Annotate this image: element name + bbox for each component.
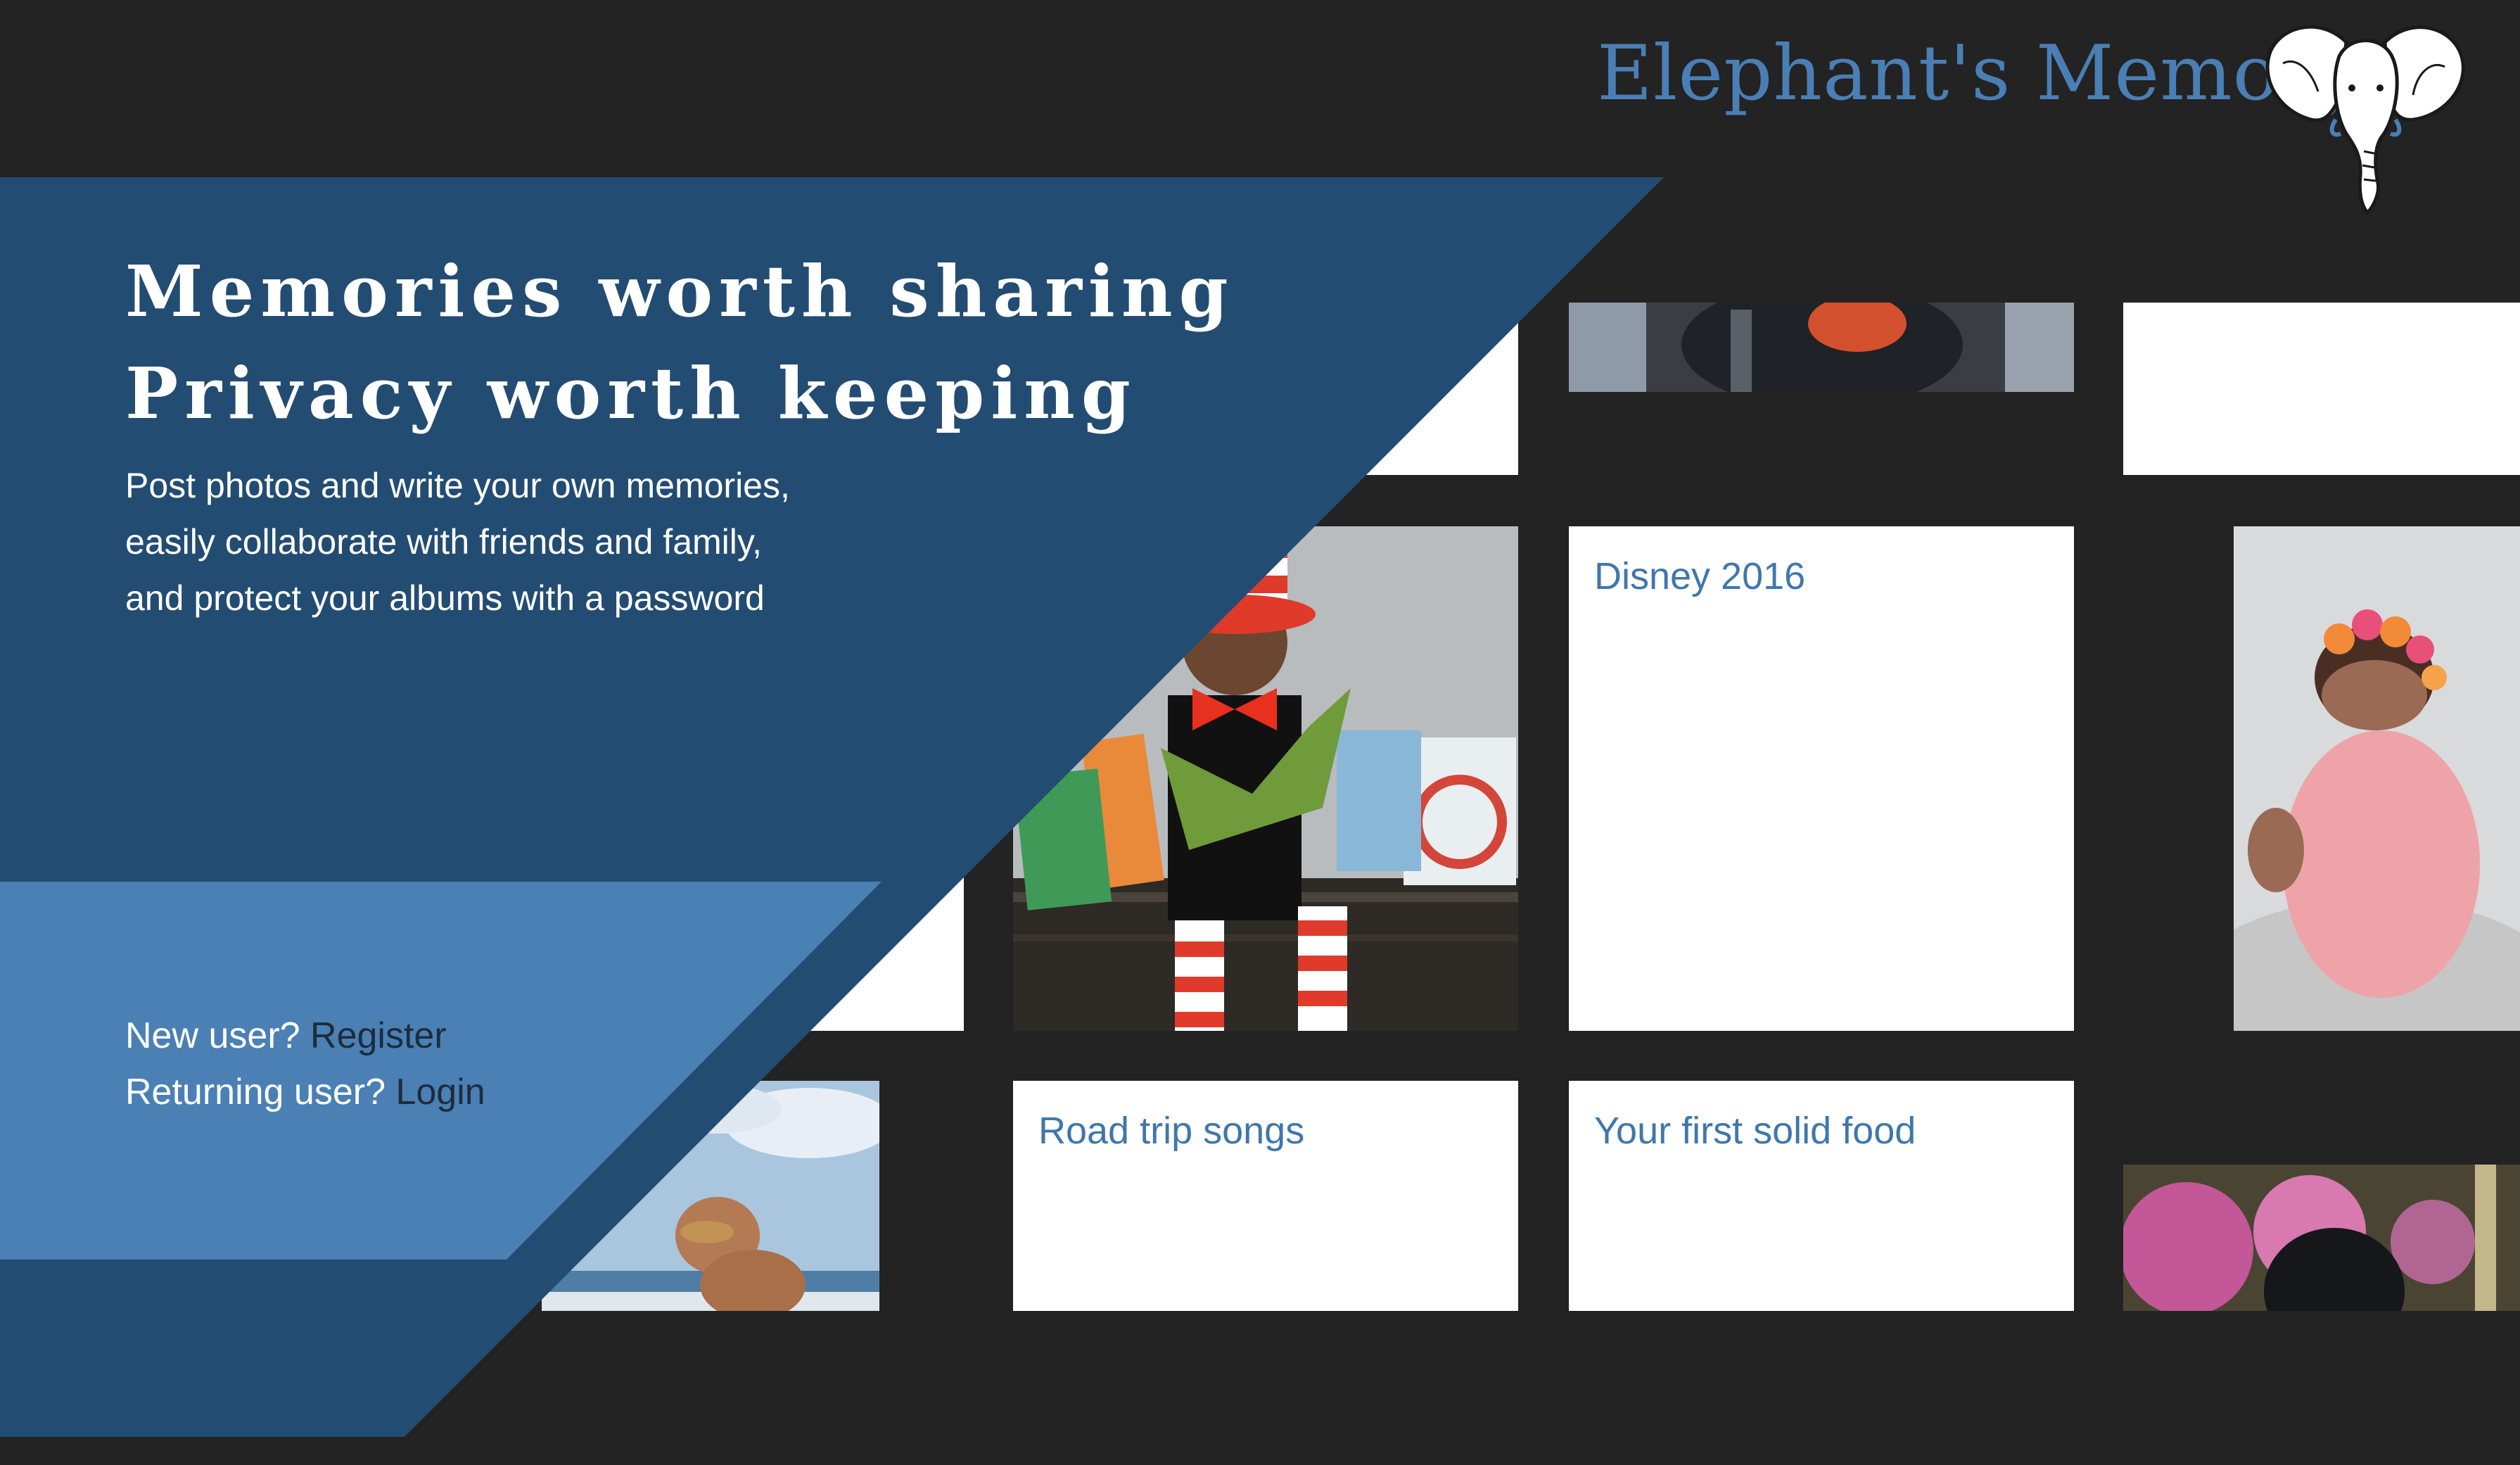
returning-user-row: Returning user? Login: [125, 1071, 485, 1113]
login-link[interactable]: Login: [395, 1072, 485, 1112]
hero-description-line: and protect your albums with a password: [125, 578, 765, 618]
elephant-icon: [2265, 25, 2465, 215]
register-link[interactable]: Register: [310, 1015, 447, 1056]
new-user-prompt: New user?: [125, 1015, 300, 1056]
hero-description: Post photos and write your own memories,…: [125, 457, 899, 626]
new-user-row: New user? Register: [125, 1015, 447, 1057]
hero-heading-line-2: Privacy worth keeping: [125, 352, 1137, 435]
hero-heading-line-1: Memories worth sharing: [125, 250, 1235, 333]
elephant-logo-icon[interactable]: [2262, 14, 2466, 218]
hero-description-line: Post photos and write your own memories,: [125, 466, 790, 505]
returning-user-prompt: Returning user?: [125, 1072, 386, 1112]
brand-logo-text[interactable]: Elephant's Memory: [1597, 30, 2360, 118]
hero-panel-background: [0, 177, 1664, 1437]
hero-description-line: easily collaborate with friends and fami…: [125, 522, 763, 562]
